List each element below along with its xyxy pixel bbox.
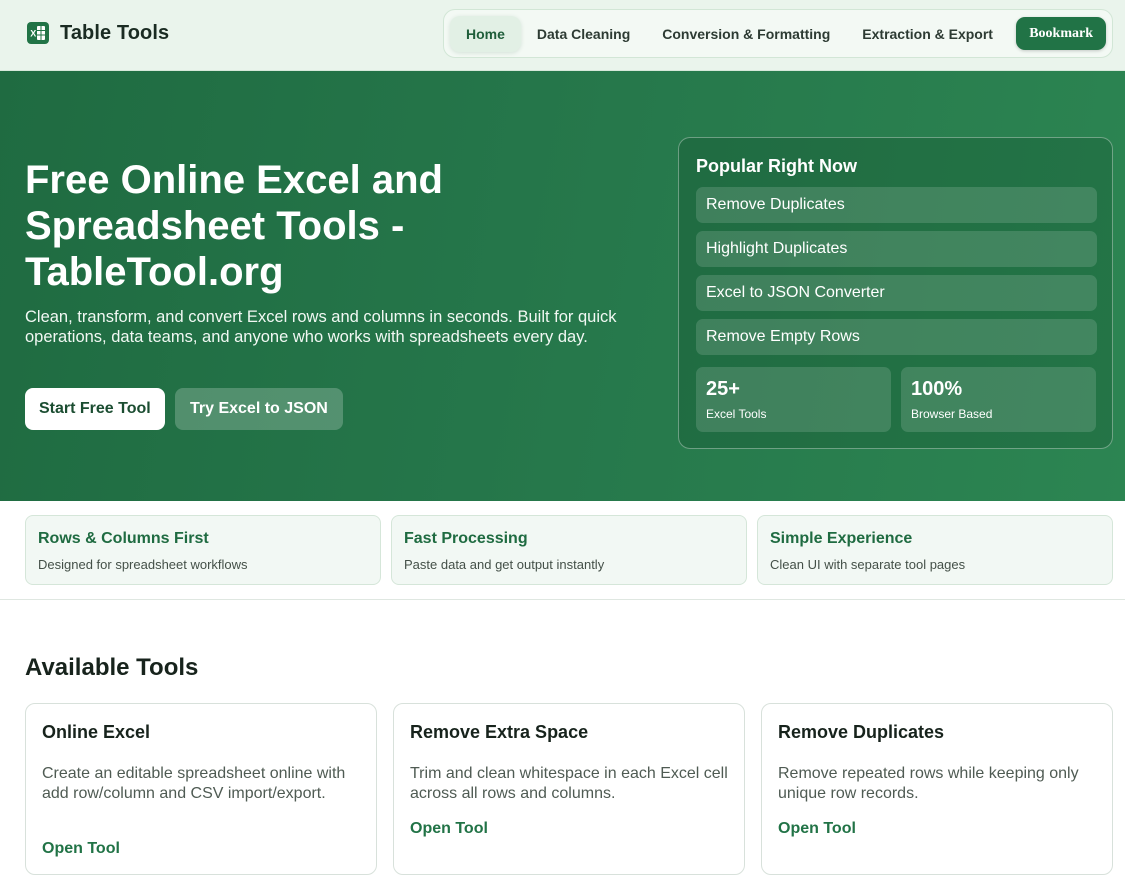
stat-card: 100% Browser Based — [901, 367, 1096, 432]
tool-desc: Trim and clean whitespace in each Excel … — [410, 765, 728, 802]
feature-title: Fast Processing — [404, 530, 528, 547]
brand[interactable]: X Table Tools — [26, 21, 169, 45]
open-tool-link[interactable]: Open Tool — [42, 840, 120, 858]
feature-desc: Paste data and get output instantly — [404, 557, 605, 572]
tool-title: Remove Extra Space — [410, 722, 589, 742]
try-excel-to-json-button[interactable]: Try Excel to JSON — [175, 388, 343, 430]
site-header: X Table Tools Home Data Cleaning Convers… — [0, 0, 1125, 71]
open-tool-link[interactable]: Open Tool — [778, 820, 856, 838]
popular-title: Popular Right Now — [696, 156, 857, 176]
feature-desc: Designed for spreadsheet workflows — [38, 557, 248, 572]
open-tool-link[interactable]: Open Tool — [410, 820, 488, 838]
tool-title: Online Excel — [42, 722, 151, 742]
tool-card-remove-duplicates[interactable]: Remove Duplicates Remove repeated rows w… — [761, 703, 1113, 875]
excel-icon: X — [27, 22, 49, 44]
svg-text:X: X — [30, 29, 36, 39]
feature-card: Rows & Columns First Designed for spread… — [25, 515, 381, 585]
popular-item-remove-duplicates[interactable]: Remove Duplicates — [696, 187, 1097, 223]
nav-item-conversion-formatting[interactable]: Conversion & Formatting — [646, 16, 846, 52]
popular-item-excel-to-json[interactable]: Excel to JSON Converter — [696, 275, 1097, 311]
nav-item-data-cleaning[interactable]: Data Cleaning — [521, 16, 646, 52]
popular-panel: Popular Right Now Remove Duplicates High… — [678, 137, 1113, 449]
tool-title: Remove Duplicates — [778, 722, 945, 742]
available-tools-title: Available Tools — [25, 654, 199, 681]
tool-card-remove-extra-space[interactable]: Remove Extra Space Trim and clean whites… — [393, 703, 745, 875]
feature-title: Rows & Columns First — [38, 530, 209, 547]
stat-label: Excel Tools — [706, 407, 767, 421]
hero-subtitle: Clean, transform, and convert Excel rows… — [25, 308, 617, 346]
nav-item-home[interactable]: Home — [450, 15, 521, 52]
feature-desc: Clean UI with separate tool pages — [770, 557, 966, 572]
popular-item-remove-empty-rows[interactable]: Remove Empty Rows — [696, 319, 1097, 355]
hero-section: Free Online Excel and Spreadsheet Tools … — [0, 71, 1125, 501]
stat-value: 25+ — [706, 378, 740, 400]
nav-item-extraction-export[interactable]: Extraction & Export — [846, 16, 1009, 52]
tool-desc: Remove repeated rows while keeping only … — [778, 765, 1079, 802]
feature-card: Simple Experience Clean UI with separate… — [757, 515, 1113, 585]
popular-item-highlight-duplicates[interactable]: Highlight Duplicates — [696, 231, 1097, 267]
stat-value: 100% — [911, 378, 963, 400]
feature-title: Simple Experience — [770, 530, 913, 547]
stat-label: Browser Based — [911, 407, 993, 421]
features-strip: Rows & Columns First Designed for spread… — [0, 501, 1125, 600]
tool-card-online-excel[interactable]: Online Excel Create an editable spreadsh… — [25, 703, 377, 875]
hero-title: Free Online Excel and Spreadsheet Tools … — [25, 158, 443, 294]
stat-card: 25+ Excel Tools — [696, 367, 891, 432]
feature-card: Fast Processing Paste data and get outpu… — [391, 515, 747, 585]
brand-name: Table Tools — [60, 21, 170, 44]
bookmark-button[interactable]: Bookmark — [1016, 17, 1106, 50]
start-free-tool-button[interactable]: Start Free Tool — [25, 388, 165, 430]
main-nav: Home Data Cleaning Conversion & Formatti… — [443, 9, 1113, 58]
tool-desc: Create an editable spreadsheet online wi… — [42, 765, 346, 802]
